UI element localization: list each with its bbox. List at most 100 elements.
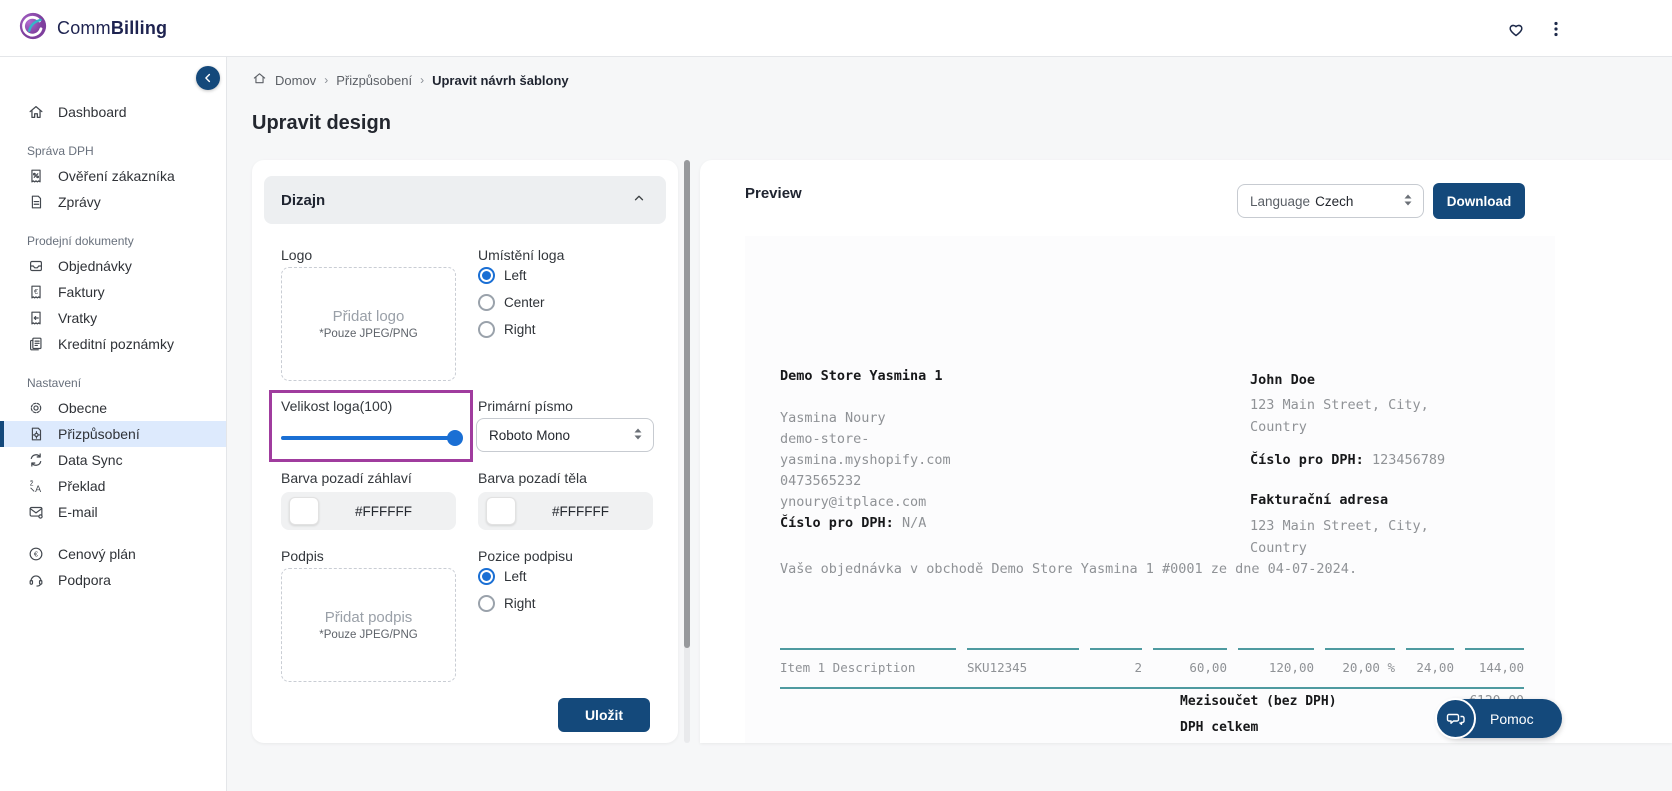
sidebar: Dashboard Správa DPH Ověření zákazníka Z… [0, 57, 227, 791]
language-select-value: Czech [1315, 194, 1353, 209]
sidebar-item-returns[interactable]: Vratky [0, 305, 226, 331]
body-bg-color-input[interactable]: #FFFFFF [478, 492, 653, 530]
euro-circle-icon: € [27, 545, 45, 563]
sidebar-item-general[interactable]: Obecne [0, 395, 226, 421]
logo-position-label: Umístění loga [478, 247, 564, 263]
logo-dropzone[interactable]: Přidat logo *Pouze JPEG/PNG [281, 267, 456, 381]
sidebar-item-label: Přizpůsobení [58, 426, 140, 442]
sidebar-item-label: Kreditní poznámky [58, 336, 174, 352]
chevron-up-icon[interactable] [632, 191, 646, 210]
brand-mark-icon [18, 11, 48, 46]
select-arrows-icon [1403, 193, 1413, 210]
body-bg-swatch[interactable] [486, 497, 516, 525]
primary-font-value: Roboto Mono [489, 428, 570, 443]
invoice-preview-document: Demo Store Yasmina 1 Yasmina Noury demo-… [745, 236, 1555, 743]
design-panel-title: Dizajn [281, 192, 325, 209]
sidebar-item-invoices[interactable]: € Faktury [0, 279, 226, 305]
sidebar-item-customer-verification[interactable]: Ověření zákazníka [0, 163, 226, 189]
sidebar-item-label: Cenový plán [58, 546, 136, 562]
favorites-heart-icon[interactable] [1504, 17, 1528, 41]
sidebar-item-label: Ověření zákazníka [58, 168, 175, 184]
store-contact-name: Yasmina Noury [780, 408, 951, 429]
store-domain-line1: demo-store- [780, 429, 951, 450]
line-item-vat-amount: 24,00 [1406, 648, 1454, 687]
store-vat-line: Číslo pro DPH: N/A [780, 513, 951, 534]
document-icon [27, 193, 45, 211]
sidebar-item-support[interactable]: Podpora [0, 567, 226, 593]
signature-dropzone[interactable]: Přidat podpis *Pouze JPEG/PNG [281, 568, 456, 682]
sync-icon [27, 451, 45, 469]
store-domain-line2: yasmina.myshopify.com [780, 450, 951, 471]
invoice-billing-address-label: Fakturační adresa [1250, 492, 1388, 508]
breadcrumb-current: Upravit návrh šablony [432, 73, 569, 88]
breadcrumb-home-icon [252, 71, 267, 89]
sidebar-item-reports[interactable]: Zprávy [0, 189, 226, 215]
save-button[interactable]: Uložit [558, 698, 650, 732]
sidebar-item-email[interactable]: E-mail [0, 499, 226, 525]
invoice-subtotal-row: Mezisoučet (bez DPH) €120,00 [780, 688, 1524, 714]
invoice-vat-total-row: DPH celkem €24,00 [780, 714, 1524, 740]
line-item-vat-rate: 20,00 % [1325, 648, 1395, 687]
signature-position-radio-group: Left Right [478, 566, 536, 613]
breadcrumb-customization[interactable]: Přizpůsobení [336, 73, 412, 88]
sidebar-item-credit-notes[interactable]: Kreditní poznámky [0, 331, 226, 357]
signature-position-label: Pozice podpisu [478, 548, 573, 564]
logo-position-center-radio[interactable]: Center [478, 292, 545, 312]
sidebar-item-data-sync[interactable]: Data Sync [0, 447, 226, 473]
app-window: CommBilling Dashboard Správa DPH Ověření… [0, 0, 1672, 791]
invoice-customer-address: 123 Main Street, City, Country [1250, 394, 1429, 438]
language-select[interactable]: Language Czech [1237, 184, 1424, 218]
brand-name: CommBilling [57, 18, 167, 39]
invoice-totals: Mezisoučet (bez DPH) €120,00 DPH celkem … [780, 688, 1524, 740]
header-bg-label: Barva pozadí záhlaví [281, 470, 412, 486]
primary-font-label: Primární písmo [478, 398, 573, 414]
document-gear-icon [27, 425, 45, 443]
vat-total-label: DPH celkem [1180, 720, 1258, 735]
brand-logo[interactable]: CommBilling [18, 11, 167, 46]
help-button[interactable]: Pomoc [1438, 699, 1562, 738]
slider-thumb[interactable] [447, 430, 463, 446]
radio-icon[interactable] [478, 321, 495, 338]
radio-icon[interactable] [478, 595, 495, 612]
sidebar-item-label: Zprávy [58, 194, 101, 210]
invoice-order-note: Vaše objednávka v obchodě Demo Store Yas… [780, 561, 1357, 577]
signature-position-right-radio[interactable]: Right [478, 593, 536, 613]
sidebar-item-label: Objednávky [58, 258, 132, 274]
gear-icon [27, 399, 45, 417]
sidebar-section-sales: Prodejní dokumenty [0, 233, 226, 249]
logo-size-slider[interactable] [281, 430, 461, 446]
header-bg-swatch[interactable] [289, 497, 319, 525]
radio-selected-icon[interactable] [478, 568, 495, 585]
download-button[interactable]: Download [1433, 183, 1525, 219]
select-arrows-icon [633, 427, 643, 444]
sidebar-item-dashboard[interactable]: Dashboard [0, 99, 226, 125]
vertical-scrollbar[interactable] [684, 160, 690, 743]
logo-position-right-radio[interactable]: Right [478, 319, 545, 339]
logo-position-left-radio[interactable]: Left [478, 265, 545, 285]
radio-selected-icon[interactable] [478, 267, 495, 284]
sidebar-item-label: Dashboard [58, 104, 127, 120]
radio-icon[interactable] [478, 294, 495, 311]
main-content: Domov › Přizpůsobení › Upravit návrh šab… [227, 57, 1672, 791]
line-item-unit-price: 60,00 [1153, 648, 1227, 687]
invoice-billing-address: 123 Main Street, City, Country [1250, 515, 1429, 559]
page-title: Upravit design [252, 112, 391, 135]
invoice-customer-vat: Číslo pro DPH: 123456789 [1250, 452, 1445, 468]
slider-track[interactable] [281, 436, 461, 440]
primary-font-select[interactable]: Roboto Mono [476, 418, 654, 452]
sidebar-section-settings: Nastavení [0, 375, 226, 391]
sidebar-item-customization[interactable]: Přizpůsobení [0, 421, 226, 447]
signature-dropzone-hint: *Pouze JPEG/PNG [319, 629, 417, 641]
design-panel-header[interactable]: Dizajn [264, 176, 666, 224]
header-bg-color-input[interactable]: #FFFFFF [281, 492, 456, 530]
breadcrumb-home[interactable]: Domov [275, 73, 316, 88]
logo-size-label: Velikost loga(100) [281, 398, 392, 414]
sidebar-item-pricing-plan[interactable]: € Cenový plán [0, 541, 226, 567]
subtotal-label: Mezisoučet (bez DPH) [1180, 694, 1337, 709]
sidebar-item-translation[interactable]: žA Překlad [0, 473, 226, 499]
sidebar-collapse-button[interactable] [196, 66, 220, 90]
signature-position-left-radio[interactable]: Left [478, 566, 536, 586]
sidebar-item-orders[interactable]: Objednávky [0, 253, 226, 279]
scrollbar-thumb[interactable] [684, 160, 690, 648]
overflow-menu-icon[interactable] [1544, 17, 1568, 41]
